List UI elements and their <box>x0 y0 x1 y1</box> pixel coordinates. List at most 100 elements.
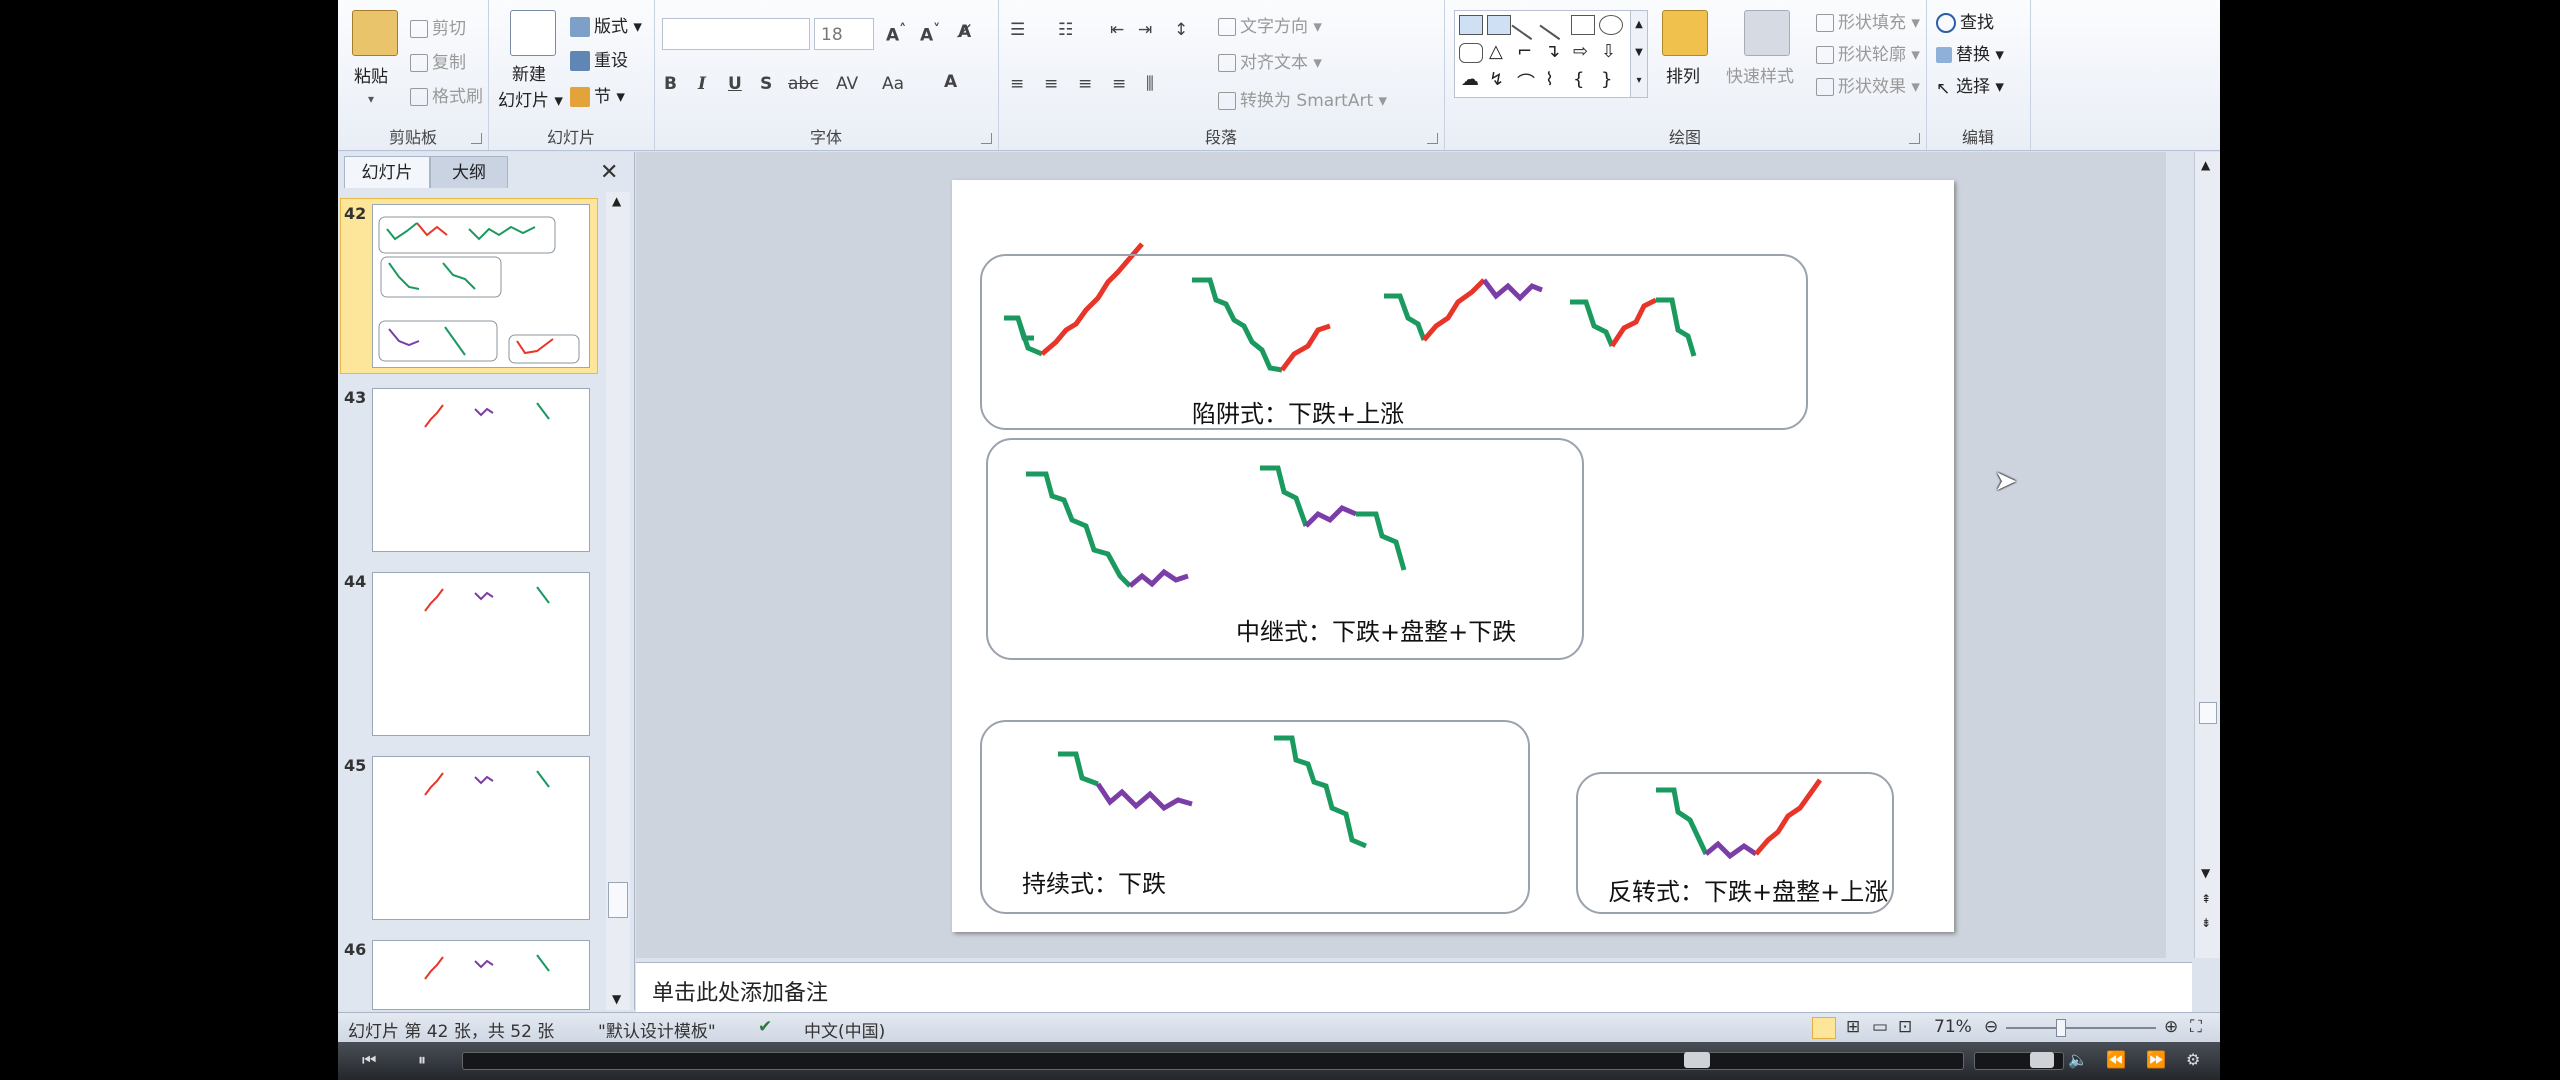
editor-scrollbar[interactable]: ▲ ▼ ⇞ ⇟ <box>2194 152 2220 958</box>
triangle-shape-icon[interactable]: △ <box>1489 41 1503 62</box>
font-name-box[interactable] <box>662 18 810 50</box>
caption-trap[interactable]: 陷阱式：下跌+上涨 <box>1192 394 1404 429</box>
scroll-up-icon[interactable]: ▲ <box>612 194 621 208</box>
zoom-slider[interactable] <box>2006 1027 2156 1029</box>
line-shape-icon[interactable] <box>1511 9 1543 41</box>
align-right-icon[interactable]: ≡ <box>1078 74 1092 94</box>
align-left-icon[interactable]: ≡ <box>1010 74 1024 94</box>
new-slide-dropdown[interactable]: 幻灯片 ▾ <box>498 86 563 111</box>
caption-relay[interactable]: 中继式：下跌+盘整+下跌 <box>1236 612 1516 647</box>
theme-name[interactable]: "默认设计模板" <box>598 1017 716 1042</box>
reset-button[interactable]: 重设 <box>570 46 628 71</box>
paste-icon[interactable] <box>352 10 398 56</box>
font-launcher-icon[interactable] <box>981 133 992 144</box>
freeform-shape-icon[interactable]: ⌇ <box>1545 69 1554 90</box>
seek-bar[interactable] <box>462 1052 1964 1070</box>
new-slide-icon[interactable] <box>510 10 556 56</box>
font-color-icon[interactable]: A <box>944 72 957 92</box>
caption-reversal[interactable]: 反转式：下跌+盘整+上涨 <box>1608 872 1888 907</box>
slides-pane-scrollbar[interactable]: ▲ ▼ <box>606 192 630 1010</box>
decrease-indent-icon[interactable]: ⇤ <box>1110 20 1124 40</box>
next-slide-icon[interactable]: ⇟ <box>2201 916 2211 930</box>
thumbnail-slide-42[interactable] <box>372 204 590 368</box>
paragraph-launcher-icon[interactable] <box>1427 133 1438 144</box>
down-arrow-shape-icon[interactable]: ⇩ <box>1601 41 1616 62</box>
thumbnail-slide-44[interactable] <box>372 572 590 736</box>
bullets-icon[interactable]: ☰ <box>1010 20 1025 40</box>
cut-button[interactable]: 剪切 <box>410 14 466 39</box>
speaker-icon[interactable]: 🔈 <box>2068 1050 2088 1069</box>
skip-back-icon[interactable]: ⏮ <box>362 1050 376 1070</box>
replace-button[interactable]: 替换 ▾ <box>1936 40 2004 65</box>
font-size-box[interactable]: 18 <box>814 18 874 50</box>
lightning-shape-icon[interactable]: ↯ <box>1489 69 1504 90</box>
zoom-level[interactable]: 71% <box>1934 1017 1972 1037</box>
justify-icon[interactable]: ≡ <box>1112 74 1126 94</box>
scroll-thumb[interactable] <box>608 882 628 918</box>
columns-icon[interactable]: ⫼ <box>1146 74 1154 94</box>
align-center-icon[interactable]: ≡ <box>1044 74 1058 94</box>
quick-styles-icon[interactable] <box>1744 10 1790 56</box>
slide-sorter-icon[interactable]: ⊞ <box>1846 1017 1860 1037</box>
format-painter-button[interactable]: 格式刷 <box>410 82 483 107</box>
rectangle-shape-icon[interactable] <box>1571 15 1595 35</box>
section-button[interactable]: 节 ▾ <box>570 82 625 107</box>
settings-icon[interactable]: ⚙ <box>2186 1050 2200 1069</box>
volume-thumb[interactable] <box>2030 1052 2054 1068</box>
align-text-button[interactable]: 对齐文本 ▾ <box>1218 48 1322 73</box>
copy-button[interactable]: 复制 <box>410 48 466 73</box>
rewind-icon[interactable]: ⏪ <box>2106 1050 2126 1069</box>
arrange-button[interactable]: 排列 <box>1666 62 1700 87</box>
increase-indent-icon[interactable]: ⇥ <box>1138 20 1152 40</box>
layout-button[interactable]: 版式 ▾ <box>570 12 642 37</box>
char-spacing-icon[interactable]: AV <box>836 74 858 94</box>
right-arrow-shape-icon[interactable]: ⇨ <box>1573 41 1588 62</box>
elbow-connector-shape-icon[interactable]: ⌐ <box>1517 41 1532 62</box>
oval-shape-icon[interactable] <box>1599 15 1623 35</box>
seek-thumb[interactable] <box>1684 1052 1710 1068</box>
bold-icon[interactable]: B <box>664 74 677 94</box>
shrink-font-icon[interactable]: A˅ <box>920 22 940 46</box>
arrange-icon[interactable] <box>1662 10 1708 56</box>
notes-placeholder[interactable]: 单击此处添加备注 <box>652 975 828 1007</box>
paste-dropdown-icon[interactable]: ▾ <box>368 92 374 106</box>
clipboard-launcher-icon[interactable] <box>471 133 482 144</box>
shape-fill-button[interactable]: 形状填充 ▾ <box>1816 8 1920 33</box>
scroll-up-icon[interactable]: ▲ <box>2201 158 2210 172</box>
fit-to-window-icon[interactable]: ⛶ <box>2190 1017 2202 1037</box>
change-case-icon[interactable]: Aa <box>882 74 904 94</box>
clear-format-icon[interactable]: A̸ <box>958 22 971 42</box>
tab-slides[interactable]: 幻灯片 <box>344 156 430 188</box>
arrow-line-shape-icon[interactable] <box>1539 9 1571 41</box>
vertical-textbox-shape-icon[interactable] <box>1487 15 1511 35</box>
shapes-gallery-scroll[interactable]: ▲ ▼ ▾ <box>1630 11 1647 97</box>
find-button[interactable]: 查找 <box>1936 8 1994 33</box>
fast-forward-icon[interactable]: ⏩ <box>2146 1050 2166 1069</box>
callout-shape-icon[interactable]: ☁ <box>1461 69 1479 90</box>
shape-outline-button[interactable]: 形状轮廓 ▾ <box>1816 40 1920 65</box>
reading-view-icon[interactable]: ▭ <box>1872 1017 1888 1037</box>
italic-icon[interactable]: I <box>698 74 706 94</box>
scroll-down-icon[interactable]: ▼ <box>2201 866 2210 880</box>
shapes-gallery[interactable]: △ ⌐ ↴ ⇨ ⇩ ☁ ↯ ⌒ ⌇ { } ▲ ▼ ▾ <box>1454 9 1648 98</box>
paste-button[interactable]: 粘贴 <box>354 62 388 87</box>
drawing-launcher-icon[interactable] <box>1909 133 1920 144</box>
quick-styles-button[interactable]: 快速样式 <box>1726 62 1794 87</box>
scroll-thumb[interactable] <box>2199 702 2217 724</box>
elbow-arrow-shape-icon[interactable]: ↴ <box>1545 41 1560 62</box>
smartart-button[interactable]: 转换为 SmartArt ▾ <box>1218 86 1387 111</box>
underline-icon[interactable]: U <box>728 74 742 94</box>
rounded-rect-shape-icon[interactable] <box>1459 43 1483 63</box>
thumbnail-slide-43[interactable] <box>372 388 590 552</box>
scroll-down-icon[interactable]: ▼ <box>612 992 621 1006</box>
shadow-icon[interactable]: S <box>760 74 772 94</box>
caption-continuation[interactable]: 持续式：下跌 <box>1022 864 1166 899</box>
shape-effects-button[interactable]: 形状效果 ▾ <box>1816 72 1920 97</box>
select-button[interactable]: ↖ 选择 ▾ <box>1936 72 2004 99</box>
notes-pane[interactable]: 单击此处添加备注 <box>636 962 2192 1013</box>
close-pane-icon[interactable]: ✕ <box>600 160 618 185</box>
text-direction-button[interactable]: 文字方向 ▾ <box>1218 12 1322 37</box>
thumbnail-slide-45[interactable] <box>372 756 590 920</box>
normal-view-icon[interactable] <box>1812 1017 1836 1039</box>
thumbnail-slide-46[interactable] <box>372 940 590 1010</box>
